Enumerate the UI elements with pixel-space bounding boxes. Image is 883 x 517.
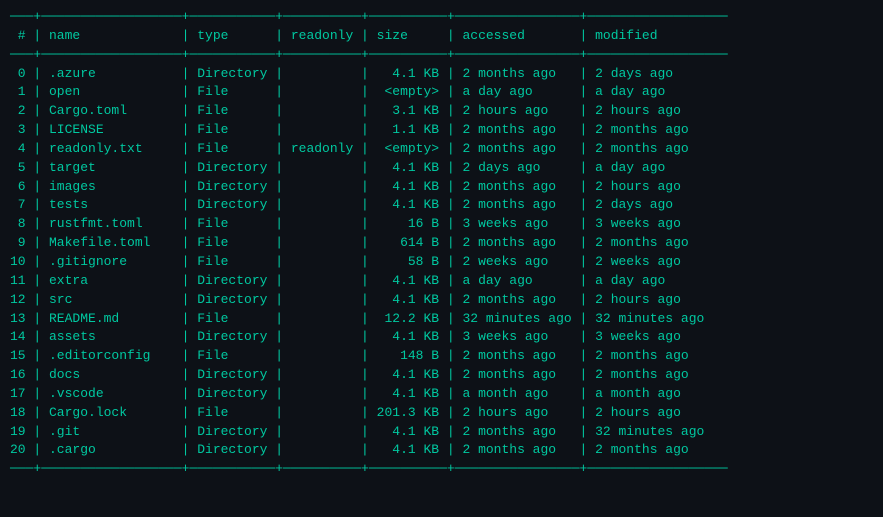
table-container: ───+──────────────────+───────────+─────… — [10, 8, 873, 479]
terminal-window: ───+──────────────────+───────────+─────… — [10, 8, 873, 479]
